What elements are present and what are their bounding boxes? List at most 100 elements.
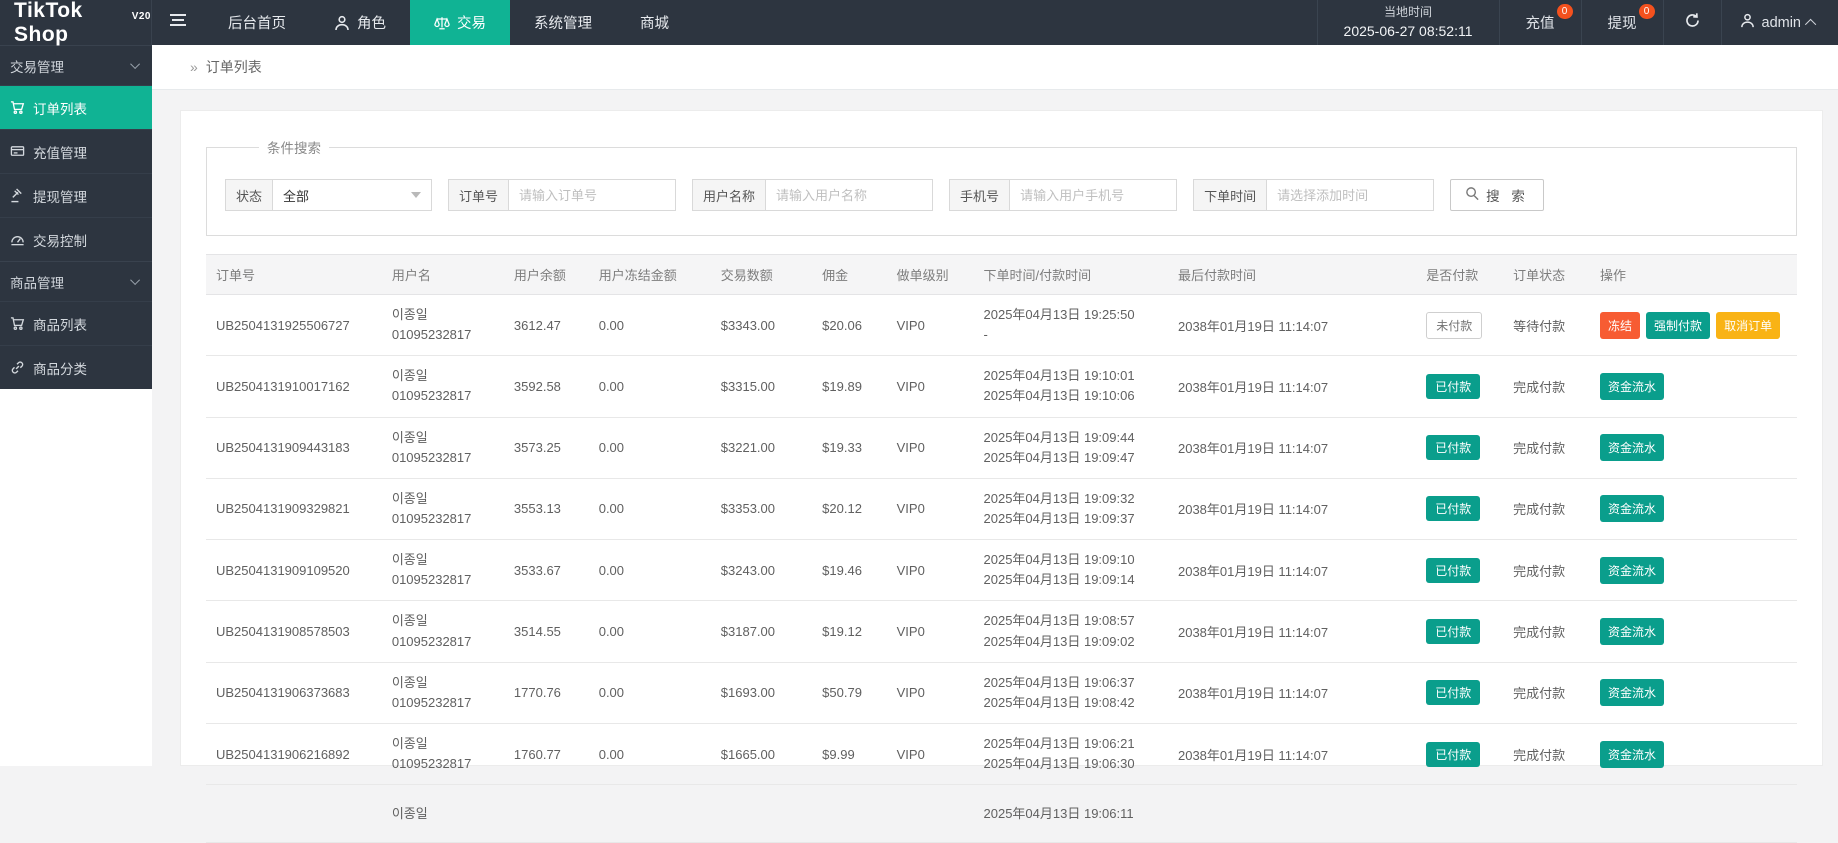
top-nav-item-交易[interactable]: 交易 bbox=[410, 0, 510, 45]
pay-status-badge: 已付款 bbox=[1426, 374, 1480, 399]
order-time-text: 2025年04月13日 19:09:10 bbox=[984, 550, 1162, 570]
actions-cell: 资金流水 bbox=[1590, 417, 1797, 478]
sidebar-item-label: 商品列表 bbox=[33, 314, 87, 334]
balance-cell: 3592.58 bbox=[504, 356, 589, 417]
level-cell: VIP0 bbox=[887, 417, 974, 478]
chevron-down-icon bbox=[411, 192, 421, 198]
sidebar-group-交易管理[interactable]: 交易管理 bbox=[0, 45, 152, 85]
level-cell: VIP0 bbox=[887, 723, 974, 784]
action-button-资金流水[interactable]: 资金流水 bbox=[1600, 557, 1664, 584]
local-time: 当地时间 2025-06-27 08:52:11 bbox=[1317, 0, 1499, 45]
sidebar-group-label: 商品管理 bbox=[10, 272, 64, 292]
top-nav-item-系统管理[interactable]: 系统管理 bbox=[510, 0, 616, 45]
action-button-强制付款[interactable]: 强制付款 bbox=[1646, 312, 1710, 339]
actions-cell: 资金流水 bbox=[1590, 478, 1797, 539]
actions-cell: 资金流水 bbox=[1590, 662, 1797, 723]
action-button-资金流水[interactable]: 资金流水 bbox=[1600, 495, 1664, 522]
sidebar-item-label: 提现管理 bbox=[33, 186, 87, 206]
user-phone-text: 01095232817 bbox=[392, 632, 498, 652]
order-row: UB2504131909109520이종일010952328173533.670… bbox=[206, 540, 1797, 601]
pay-status-badge: 已付款 bbox=[1426, 496, 1480, 521]
sidebar-group-商品管理[interactable]: 商品管理 bbox=[0, 261, 152, 301]
balance-cell: 3573.25 bbox=[504, 417, 589, 478]
order-time-text: 2025年04月13日 19:09:32 bbox=[984, 489, 1162, 509]
action-button-资金流水[interactable]: 资金流水 bbox=[1600, 373, 1664, 400]
commission-cell: $19.89 bbox=[812, 356, 886, 417]
commission-cell: $19.33 bbox=[812, 417, 886, 478]
level-cell bbox=[887, 785, 974, 843]
column-header: 用户冻结金额 bbox=[589, 255, 711, 295]
breadcrumb: » 订单列表 bbox=[152, 45, 1838, 90]
frozen-cell: 0.00 bbox=[589, 417, 711, 478]
order-no-cell: UB2504131925506727 bbox=[206, 295, 382, 356]
top-nav-label: 角色 bbox=[357, 12, 386, 33]
orders-table-header: 订单号用户名用户余额用户冻结金额交易数额佣金做单级别下单时间/付款时间最后付款时… bbox=[206, 255, 1797, 295]
double-angle-icon: » bbox=[190, 59, 198, 75]
order-status-cell: 完成付款 bbox=[1503, 356, 1590, 417]
sidebar-item-充值管理[interactable]: 充值管理 bbox=[0, 129, 152, 173]
order-time-input[interactable] bbox=[1266, 179, 1434, 211]
sidebar-menu: 交易管理订单列表充值管理提现管理交易控制商品管理商品列表商品分类 bbox=[0, 45, 152, 389]
frozen-cell bbox=[589, 785, 711, 843]
top-nav-item-角色[interactable]: 角色 bbox=[310, 0, 410, 45]
top-nav-item-后台首页[interactable]: 后台首页 bbox=[204, 0, 310, 45]
frozen-cell: 0.00 bbox=[589, 723, 711, 784]
amount-cell: $3243.00 bbox=[711, 540, 812, 601]
column-header: 操作 bbox=[1590, 255, 1797, 295]
top-nav-item-商城[interactable]: 商城 bbox=[616, 0, 693, 45]
pay-time-text: 2025年04月13日 19:09:47 bbox=[984, 448, 1162, 468]
user-menu[interactable]: admin bbox=[1721, 0, 1838, 45]
action-button-资金流水[interactable]: 资金流水 bbox=[1600, 618, 1664, 645]
phone-label: 手机号 bbox=[949, 179, 1009, 211]
amount-cell: $3353.00 bbox=[711, 478, 812, 539]
amount-cell bbox=[711, 785, 812, 843]
frozen-cell: 0.00 bbox=[589, 540, 711, 601]
action-button-资金流水[interactable]: 资金流水 bbox=[1600, 679, 1664, 706]
column-header: 用户名 bbox=[382, 255, 504, 295]
pay-time-text: 2025年04月13日 19:10:06 bbox=[984, 386, 1162, 406]
user-name-text: 이종일 bbox=[392, 804, 498, 824]
scale-icon bbox=[434, 15, 450, 31]
pay-status-cell bbox=[1416, 785, 1503, 843]
search-form: 状态 全部 订单号 用户名称 手机号 bbox=[225, 179, 1778, 211]
status-select[interactable]: 全部 bbox=[272, 179, 432, 211]
search-button[interactable]: 搜 索 bbox=[1450, 179, 1544, 211]
order-time-cell: 2025年04月13日 19:08:572025年04月13日 19:09:02 bbox=[974, 601, 1168, 662]
sidebar-item-label: 充值管理 bbox=[33, 142, 87, 162]
pay-status-cell: 已付款 bbox=[1416, 723, 1503, 784]
phone-input[interactable] bbox=[1009, 179, 1177, 211]
amount-cell: $3315.00 bbox=[711, 356, 812, 417]
column-header: 是否付款 bbox=[1416, 255, 1503, 295]
withdraw-link[interactable]: 提现 0 bbox=[1581, 0, 1663, 45]
status-label: 状态 bbox=[225, 179, 272, 211]
commission-cell: $19.12 bbox=[812, 601, 886, 662]
sidebar-toggle-button[interactable] bbox=[152, 0, 204, 45]
user-name-text: 이종일 bbox=[392, 366, 498, 386]
pay-status-cell: 已付款 bbox=[1416, 417, 1503, 478]
user-name-text: 이종일 bbox=[392, 305, 498, 325]
action-button-取消订单[interactable]: 取消订单 bbox=[1716, 312, 1780, 339]
action-button-资金流水[interactable]: 资金流水 bbox=[1600, 741, 1664, 768]
action-button-冻结[interactable]: 冻结 bbox=[1600, 312, 1640, 339]
last-pay-time-cell: 2038年01月19日 11:14:07 bbox=[1168, 540, 1416, 601]
order-no-filter: 订单号 bbox=[448, 179, 676, 211]
recharge-link[interactable]: 充值 0 bbox=[1499, 0, 1581, 45]
action-button-资金流水[interactable]: 资金流水 bbox=[1600, 434, 1664, 461]
order-row: 이종일2025年04月13日 19:06:11 bbox=[206, 785, 1797, 843]
amount-cell: $3343.00 bbox=[711, 295, 812, 356]
sidebar-item-提现管理[interactable]: 提现管理 bbox=[0, 173, 152, 217]
pay-status-badge: 已付款 bbox=[1426, 619, 1480, 644]
sidebar-item-商品列表[interactable]: 商品列表 bbox=[0, 301, 152, 345]
pay-status-cell: 未付款 bbox=[1416, 295, 1503, 356]
status-selected-value: 全部 bbox=[283, 186, 309, 205]
sidebar-item-商品分类[interactable]: 商品分类 bbox=[0, 345, 152, 389]
content-area: 条件搜索 状态 全部 订单号 用户名称 bbox=[152, 90, 1838, 766]
user-name-input[interactable] bbox=[765, 179, 933, 211]
order-time-cell: 2025年04月13日 19:09:322025年04月13日 19:09:37 bbox=[974, 478, 1168, 539]
sidebar-item-订单列表[interactable]: 订单列表 bbox=[0, 85, 152, 129]
balance-cell: 1760.77 bbox=[504, 723, 589, 784]
order-no-input[interactable] bbox=[508, 179, 676, 211]
sidebar-item-交易控制[interactable]: 交易控制 bbox=[0, 217, 152, 261]
refresh-button[interactable] bbox=[1663, 0, 1721, 45]
order-time-cell: 2025年04月13日 19:06:372025年04月13日 19:08:42 bbox=[974, 662, 1168, 723]
